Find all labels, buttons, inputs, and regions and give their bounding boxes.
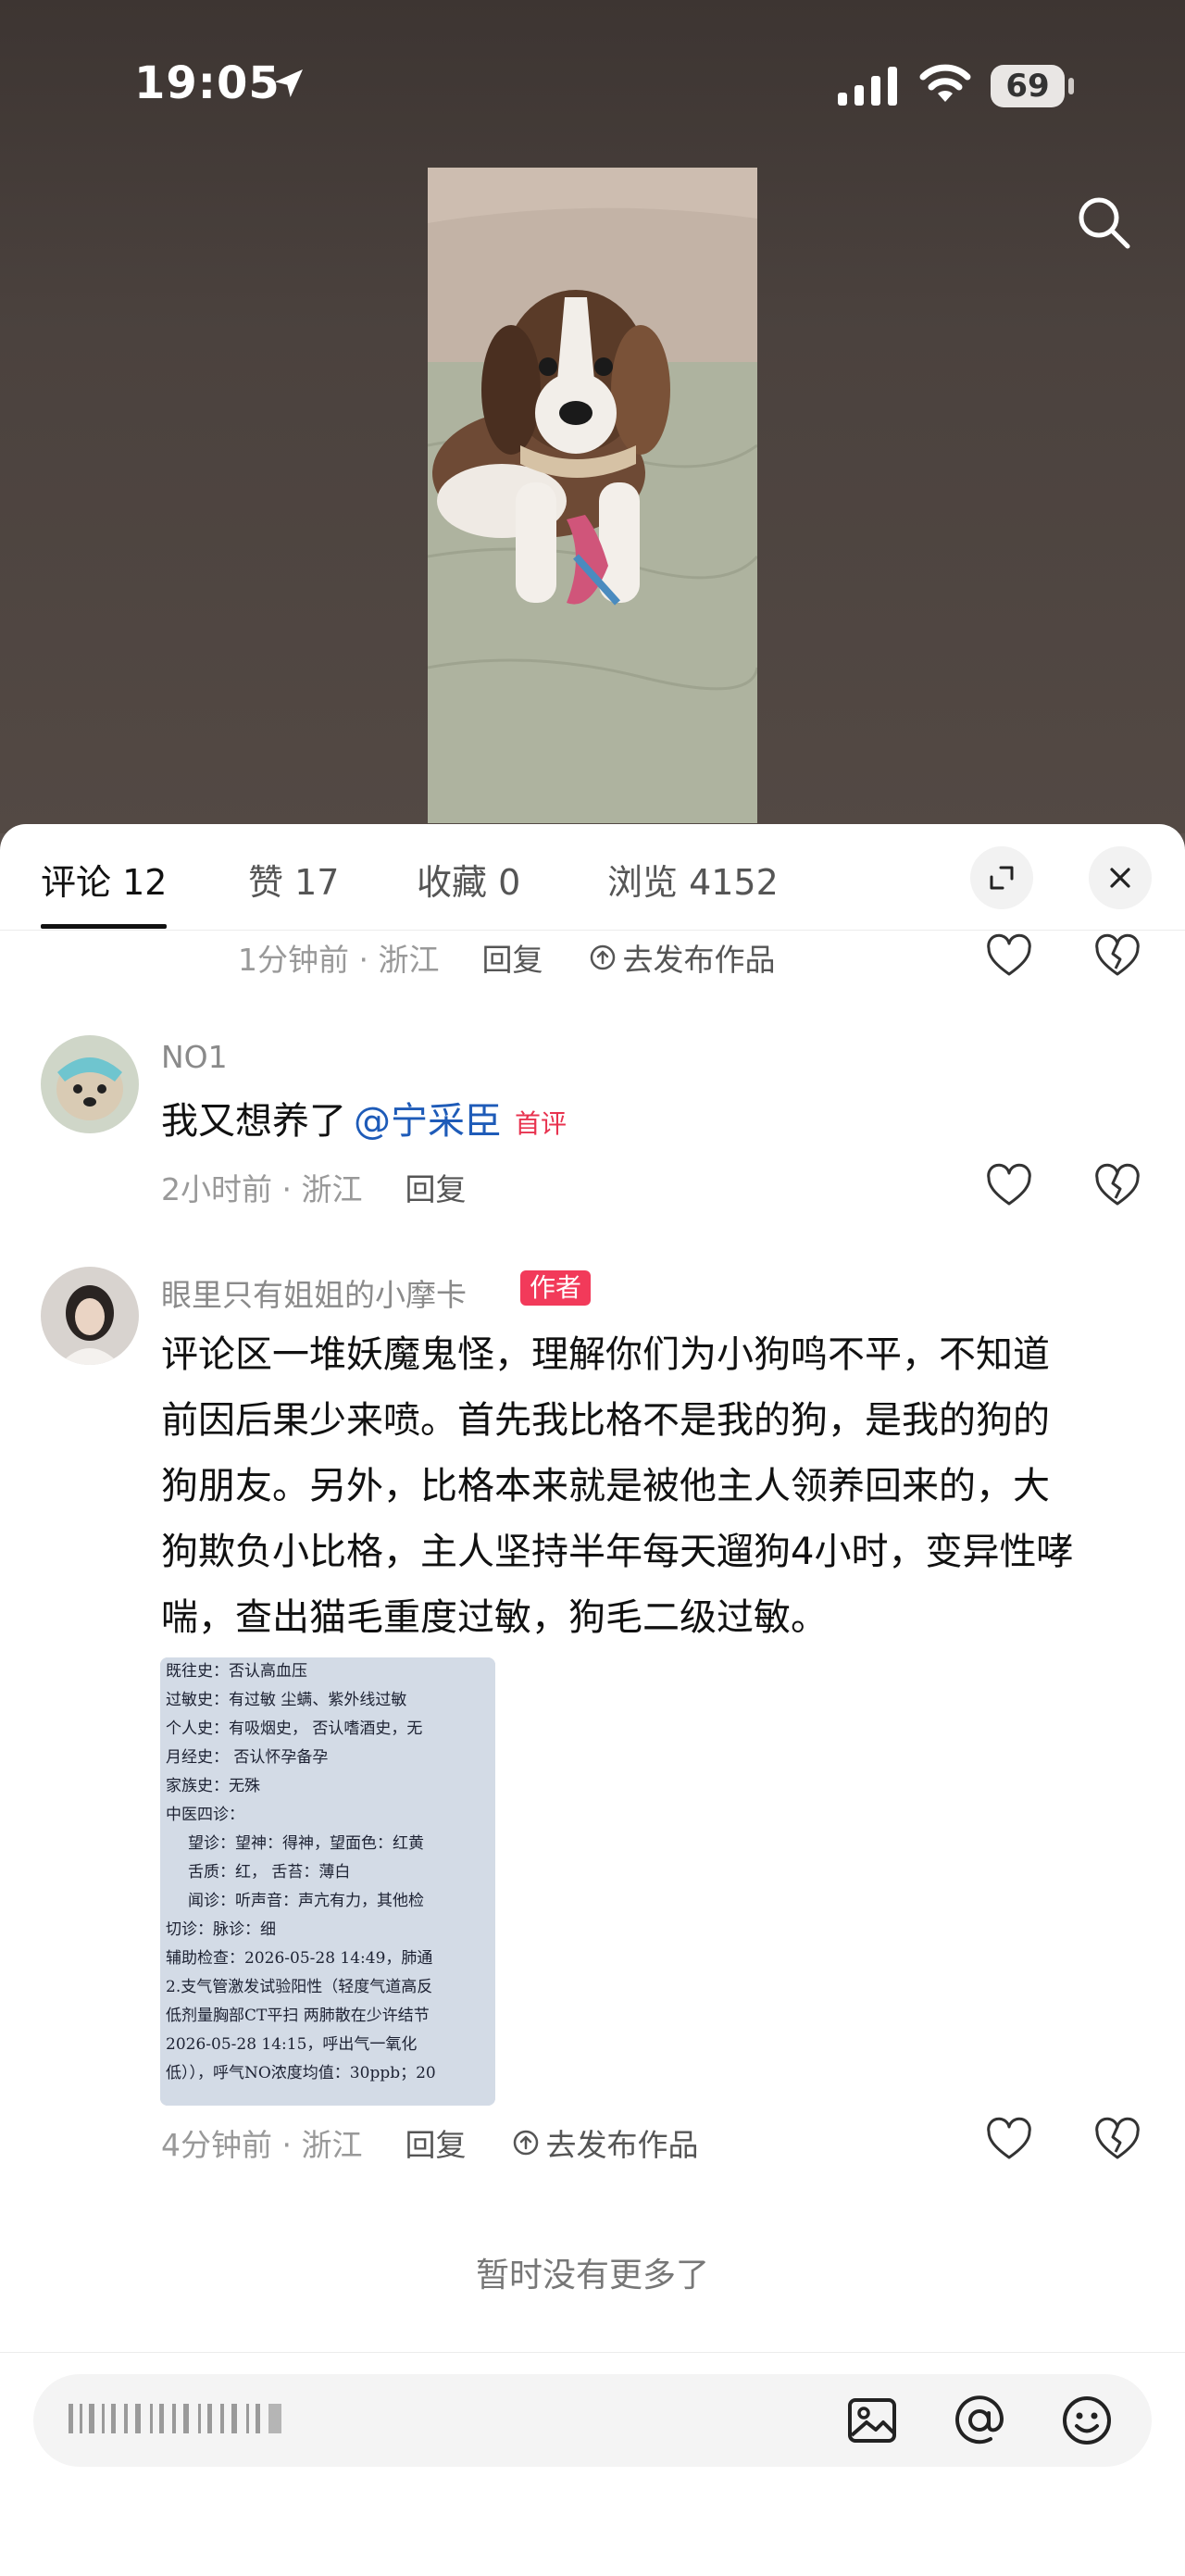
comment-username[interactable]: NO1 (161, 1039, 228, 1075)
comment-username[interactable]: 眼里只有姐姐的小摩卡 (161, 1270, 467, 1315)
report-line: 2026-05-28 14:15，呼出气一氧化 (166, 2035, 417, 2054)
dislike-broken-heart-icon[interactable] (1092, 932, 1142, 982)
beagle-puppy-illustration (428, 168, 757, 823)
publish-work-label: 去发布作品 (622, 942, 776, 978)
comment-attached-image-medical-report[interactable]: 既往史：否认高血压过敏史：有过敏 尘螨、紫外线过敏 个人史：有吸烟史， 否认嗜酒史… (160, 1657, 495, 2106)
search-icon[interactable] (1074, 193, 1133, 252)
comment-text: 我又想养了 @宁采臣 首评 (161, 1089, 567, 1157)
report-line: 低剂量胸部CT平扫 两肺散在少许结节 (166, 2007, 430, 2025)
comment-line: 前因后果少来喷。首先我比格不是我的狗，是我的狗的 (161, 1399, 1050, 1442)
reply-button[interactable]: 回复 (405, 1165, 466, 1209)
post-photo-beagle-puppy[interactable] (428, 168, 757, 823)
report-line: 切诊：脉诊：细 (166, 1920, 276, 1939)
report-line: 2.支气管激发试验阳性（轻度气道高反 (166, 1978, 432, 1996)
expand-button[interactable] (970, 846, 1033, 909)
like-heart-icon[interactable] (984, 1161, 1034, 1211)
like-heart-icon[interactable] (984, 932, 1034, 982)
comment-time-location: 4分钟前 · 浙江 (161, 2127, 363, 2163)
status-time: 19:05 (134, 57, 281, 109)
comment-time-location: 2小时前 · 浙江 (161, 1171, 363, 1207)
avatar-person-illustration (41, 1267, 139, 1365)
report-line: 低）），呼气NO浓度均值：30ppb；20 (166, 2064, 436, 2082)
comment-text: 评论区一堆妖魔鬼怪，理解你们为小狗鸣不平，不知道 前因后果少来喷。首先我比格不是… (161, 1322, 1142, 1651)
comment-meta-row: 1分钟前 · 浙江 回复 去发布作品 (238, 935, 775, 980)
expand-icon (990, 866, 1014, 890)
report-line: 个人史：有吸烟史， 否认嗜酒史，无 (166, 1719, 422, 1738)
report-line: 闻诊：听声音：声亢有力，其他检 (188, 1892, 424, 1910)
tab-favorites[interactable]: 收藏 0 (417, 854, 520, 905)
upload-circle-icon (591, 944, 616, 970)
tab-comments[interactable]: 评论 12 (41, 854, 167, 905)
dislike-broken-heart-icon[interactable] (1092, 2115, 1142, 2165)
reply-button[interactable]: 回复 (481, 935, 543, 980)
mention-at-icon[interactable] (952, 2393, 1007, 2448)
cellular-signal-icon (838, 67, 897, 106)
avatar-dog-illustration (41, 1035, 139, 1133)
comment-meta-row: 4分钟前 · 浙江 回复 去发布作品 (161, 2120, 698, 2165)
comment-line: 狗朋友。另外，比格本来就是被他主人领养回来的，大 (161, 1465, 1050, 1507)
report-line: 辅助检查：2026-05-28 14:49，肺通 (166, 1949, 432, 1968)
tab-views[interactable]: 浏览 4152 (607, 854, 779, 905)
comment-meta-row: 2小时前 · 浙江 回复 (161, 1165, 466, 1209)
medical-report-text-image: 既往史：否认高血压过敏史：有过敏 尘螨、紫外线过敏个人史：有吸烟史， 否认嗜酒史… (160, 1657, 495, 2106)
upload-circle-icon (514, 2130, 539, 2156)
report-line: 舌质：红， 舌苔：薄白 (188, 1863, 350, 1882)
comment-line: 评论区一堆妖魔鬼怪，理解你们为小狗鸣不平，不知道 (161, 1333, 1050, 1376)
report-line: 月经史： 否认怀孕备孕 (166, 1748, 328, 1767)
video-area: 19:05 69 (0, 0, 1185, 833)
close-button[interactable] (1089, 846, 1152, 909)
mention-link[interactable]: @宁采臣 (354, 1100, 502, 1143)
report-line: 既往史：否认高血压 (166, 1662, 307, 1681)
avatar[interactable] (41, 1267, 139, 1365)
report-line: 中医四诊： (166, 1806, 244, 1824)
comment-tabs: 评论 12 赞 17 收藏 0 浏览 4152 (0, 824, 1185, 931)
blurred-placeholder-text (69, 2404, 281, 2433)
publish-work-button[interactable]: 去发布作品 (589, 935, 775, 980)
like-heart-icon[interactable] (984, 2115, 1034, 2165)
publish-work-label: 去发布作品 (545, 2127, 699, 2163)
no-more-comments-text: 暂时没有更多了 (475, 2257, 709, 2295)
report-line: 望诊：望神：得神，望面色：红黄 (188, 1834, 424, 1853)
comment-time-location: 1分钟前 · 浙江 (238, 942, 440, 978)
close-icon (1110, 868, 1130, 888)
active-tab-indicator (41, 924, 167, 929)
image-picker-icon[interactable] (844, 2393, 900, 2448)
comment-line: 狗欺负小比格，主人坚持半年每天遛狗4小时，变异性哮 (161, 1531, 1074, 1573)
first-comment-badge: 首评 (515, 1107, 568, 1139)
wifi-icon (919, 64, 971, 102)
report-line: 家族史：无殊 (166, 1777, 260, 1795)
author-badge: 作者 (520, 1270, 592, 1306)
report-line: 过敏史：有过敏 尘螨、紫外线过敏 (166, 1691, 406, 1709)
battery-cap (1068, 78, 1074, 94)
location-arrow-icon (275, 69, 303, 97)
dislike-broken-heart-icon[interactable] (1092, 1161, 1142, 1211)
battery-indicator: 69 (991, 65, 1065, 107)
emoji-face-icon[interactable] (1059, 2393, 1115, 2448)
reply-button[interactable]: 回复 (405, 2120, 466, 2165)
comment-line: 喘，查出猫毛重度过敏，狗毛二级过敏。 (161, 1596, 828, 1639)
publish-work-button[interactable]: 去发布作品 (512, 2120, 698, 2165)
comment-text-body: 我又想养了 (161, 1100, 346, 1143)
tab-likes[interactable]: 赞 17 (248, 854, 339, 905)
avatar[interactable] (41, 1035, 139, 1133)
status-bar: 19:05 69 (0, 0, 1185, 176)
